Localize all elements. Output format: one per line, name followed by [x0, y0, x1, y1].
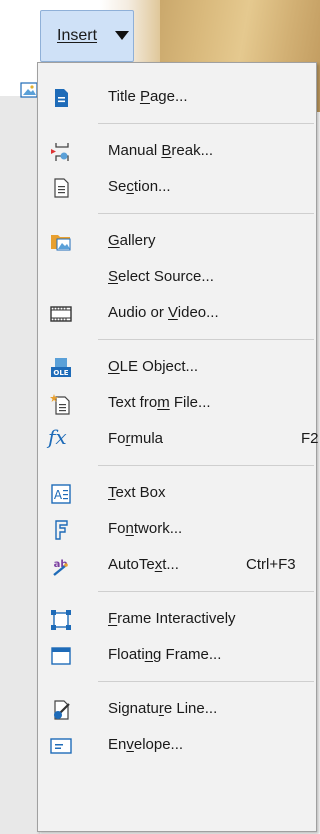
menu-item-floating-frame[interactable]: Floating Frame... [38, 637, 316, 673]
menu-item-text-box[interactable]: A Text Box [38, 475, 316, 511]
svg-text:A: A [54, 488, 63, 502]
text-box-icon: A [51, 484, 71, 504]
menu-item-label: Envelope... [108, 736, 184, 753]
menu-item-fontwork[interactable]: Fontwork... [38, 511, 316, 547]
menu-item-label: OLE Object... [108, 358, 199, 375]
menu-separator [98, 591, 314, 592]
menu-item-label: Select Source... [108, 268, 214, 285]
autotext-icon: a b [53, 559, 68, 576]
menu-item-label: AutoText... [108, 556, 179, 573]
menu-item-shortcut: F2 [301, 430, 319, 447]
signature-line-icon [54, 700, 70, 720]
manual-break-icon [51, 143, 69, 161]
frame-interactively-icon [51, 610, 71, 630]
menu-item-ole-object[interactable]: OLE OLE Object... [38, 349, 316, 385]
document-margin [0, 96, 40, 834]
menu-item-formula[interactable]: fx Formula F2 [38, 421, 319, 457]
media-icon [50, 306, 72, 322]
menu-separator [98, 213, 314, 214]
gallery-icon [51, 235, 71, 251]
menu-item-shortcut: Ctrl+F3 [246, 556, 296, 573]
menu-item-label: Signature Line... [108, 700, 218, 717]
formula-icon: fx [48, 425, 67, 449]
text-from-file-icon [50, 394, 70, 415]
menu-item-title-page[interactable]: Title Page... [38, 79, 316, 115]
menu-item-manual-break[interactable]: Manual Break... [38, 133, 316, 169]
menu-item-label: Frame Interactively [108, 610, 236, 627]
menu-item-section[interactable]: Section... [38, 169, 316, 205]
menu-item-signature-line[interactable]: Signature Line... [38, 691, 316, 727]
document-area [0, 0, 40, 66]
chevron-down-icon [115, 31, 129, 40]
menu-item-text-from-file[interactable]: Text from File... [38, 385, 316, 421]
menu-item-label: Section... [108, 178, 171, 195]
insert-menu-label: Insert [57, 27, 98, 44]
menu-item-audio-video[interactable]: Audio or Video... [38, 295, 316, 331]
menu-separator [98, 123, 314, 124]
menu-item-label: Text from File... [108, 394, 211, 411]
image-icon [20, 82, 38, 98]
envelope-icon [50, 738, 72, 754]
menu-item-label: Text Box [108, 484, 166, 501]
menu-separator [98, 681, 314, 682]
menu-item-label: Gallery [108, 232, 156, 249]
menu-item-autotext[interactable]: a b AutoText... Ctrl+F3 [38, 547, 316, 583]
title-page-icon [55, 89, 68, 107]
menu-item-label: Fontwork... [108, 520, 183, 537]
svg-text:OLE: OLE [53, 369, 68, 377]
floating-frame-icon [51, 647, 71, 665]
menu-item-label: Formula [108, 430, 164, 447]
menu-item-label: Title Page... [108, 88, 188, 105]
svg-text:a: a [54, 559, 61, 570]
insert-dropdown-menu: Title Page... Manual Break... Section...… [37, 62, 319, 832]
menu-item-frame-interactively[interactable]: Frame Interactively [38, 601, 316, 637]
ole-object-icon: OLE [51, 358, 71, 377]
menu-item-label: Manual Break... [108, 142, 214, 159]
menu-separator [98, 465, 314, 466]
menu-item-select-source[interactable]: Select Source... [38, 259, 316, 295]
insert-menu-button[interactable]: Insert [40, 10, 134, 62]
fontwork-icon [55, 520, 68, 540]
menu-item-label: Floating Frame... [108, 646, 222, 663]
section-icon [54, 178, 69, 198]
menu-item-label: Audio or Video... [108, 304, 219, 321]
menu-item-gallery[interactable]: Gallery [38, 223, 316, 259]
menu-separator [98, 339, 314, 340]
menu-item-envelope[interactable]: Envelope... [38, 727, 316, 763]
